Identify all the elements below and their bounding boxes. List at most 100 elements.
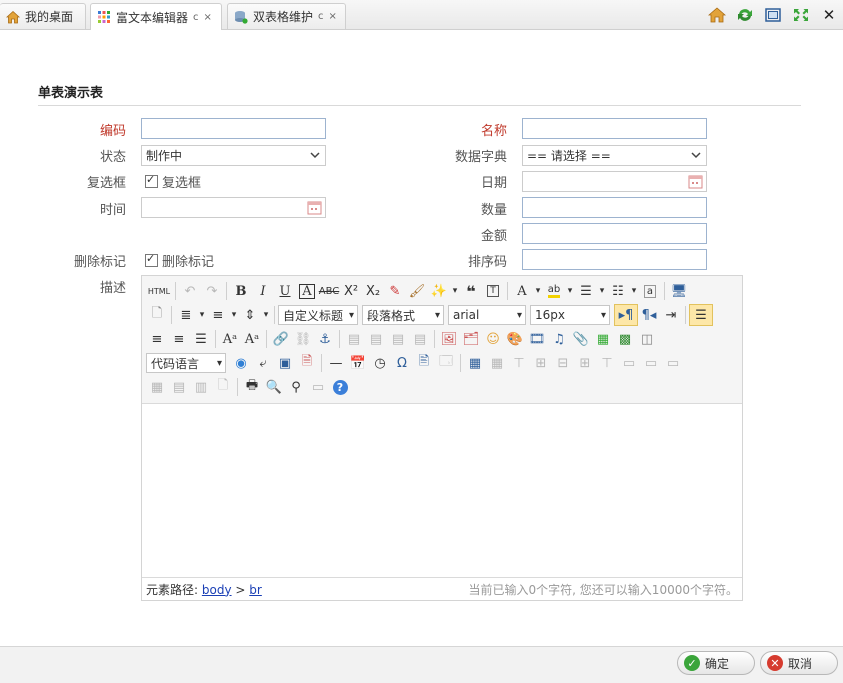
print-icon[interactable]: 🖶 [241,377,263,397]
code-input[interactable] [141,118,326,139]
chevron-down-icon[interactable]: ▾ [450,281,460,301]
fullscreen-button[interactable] [791,5,811,25]
insert-frame-icon[interactable]: ◫ [636,329,658,349]
preview-icon[interactable]: 🔍 [263,377,285,397]
tab-double-table[interactable]: 双表格维护 c × [227,3,346,29]
editor-content-area[interactable] [142,404,742,578]
lowercase-icon[interactable]: Aᵃ [241,329,263,349]
insert-paragraph-before-table-icon[interactable]: ⊤ [508,353,530,373]
calendar-icon[interactable] [307,200,322,215]
fullscreen-icon[interactable]: 🖥 [668,281,690,301]
template-icon[interactable]: ▣ [274,353,296,373]
chevron-down-icon[interactable]: ▾ [533,281,543,301]
web-app-icon[interactable]: ◉ [230,353,252,373]
eraser-icon[interactable]: ✎ [384,281,406,301]
checkbox[interactable] [145,252,158,267]
special-chars-icon[interactable]: Ω [391,353,413,373]
close-icon[interactable]: × [329,11,337,22]
unordered-list-icon[interactable]: ☷ [607,281,629,301]
image-none-icon[interactable]: ▤ [343,329,365,349]
code-language-select[interactable]: 代码语言 [146,353,226,373]
row-spacing-bottom-icon[interactable]: ≡ [207,305,229,325]
home-button[interactable] [707,5,727,25]
undo-icon[interactable]: ↶ [179,281,201,301]
date-icon[interactable]: 📅 [347,353,369,373]
dict-select[interactable]: == 请选择 == [522,145,707,166]
ok-button[interactable]: ✓ 确定 [677,651,755,675]
gmap-icon[interactable]: ▩ [614,329,636,349]
merge-down-icon[interactable]: ▭ [662,353,684,373]
font-border-icon[interactable]: A [296,281,318,301]
bold-icon[interactable]: B [230,281,252,301]
split-to-cells-icon[interactable]: ▦ [146,377,168,397]
checkbox[interactable] [145,173,158,188]
insert-col-icon[interactable]: ⊞ [574,353,596,373]
image-right-icon[interactable]: ▤ [387,329,409,349]
chevron-down-icon[interactable]: ▾ [197,305,207,325]
close-window-button[interactable]: ✕ [819,5,839,25]
search-replace-icon[interactable]: ⚲ [285,377,307,397]
image-left-icon[interactable]: ▤ [365,329,387,349]
ltr-direction-icon[interactable]: ▸¶ [614,304,638,326]
merge-right-icon[interactable]: ▭ [640,353,662,373]
attachment-icon[interactable]: 📎 [570,329,592,349]
highlight-icon[interactable]: ab [543,281,565,301]
amount-input[interactable] [522,223,707,244]
horizontal-rule-icon[interactable]: — [325,353,347,373]
video-icon[interactable]: 🎞 [526,329,548,349]
italic-icon[interactable]: I [252,281,274,301]
status-select[interactable]: 制作中 [141,145,326,166]
underline-icon[interactable]: U [274,281,296,301]
page-break-icon[interactable]: ⤶ [252,353,274,373]
calendar-icon[interactable] [688,174,703,189]
custom-title-select[interactable]: 自定义标题 [278,305,358,325]
link-icon[interactable]: 🔗 [270,329,292,349]
align-center-icon[interactable]: ≡ [146,329,168,349]
music-icon[interactable]: ♫ [548,329,570,349]
row-spacing-top-icon[interactable]: ≣ [175,305,197,325]
path-br-link[interactable]: br [249,583,262,597]
checkbox-field[interactable]: 复选框 [145,172,201,191]
blank-page-icon[interactable]: 🗋 [146,305,168,325]
subscript-icon[interactable]: X₂ [362,281,384,301]
maximize-button[interactable] [763,5,783,25]
sort-input[interactable] [522,249,707,270]
tab-desktop[interactable]: 我的桌面 [0,3,86,29]
strikethrough-icon[interactable]: ABC [318,281,340,301]
chevron-down-icon[interactable]: ▾ [261,305,271,325]
unlink-icon[interactable]: ⛓ [292,329,314,349]
redo-icon[interactable]: ↷ [201,281,223,301]
format-brush-icon[interactable]: 🖌 [406,281,428,301]
superscript-icon[interactable]: X² [340,281,362,301]
refresh-icon[interactable]: c [193,12,199,23]
time-input[interactable] [141,197,326,218]
font-color-icon[interactable]: A [511,281,533,301]
wordimage-icon[interactable]: 🖹 [413,353,435,373]
delete-row-icon[interactable]: ⊟ [552,353,574,373]
scrawl-icon[interactable]: 🎨 [504,329,526,349]
chevron-down-icon[interactable]: ▾ [629,281,639,301]
image-icon[interactable]: 🖼 [438,329,460,349]
path-body-link[interactable]: body [202,583,232,597]
line-height-icon[interactable]: ⇕ [239,305,261,325]
font-family-select[interactable]: arial [448,305,526,325]
align-left-icon[interactable]: ☰ [689,304,713,326]
split-to-cols-icon[interactable]: ▥ [190,377,212,397]
magic-wand-icon[interactable]: ✨ [428,281,450,301]
drafts-icon[interactable]: ▭ [307,377,329,397]
indent-icon[interactable]: ⇥ [660,305,682,325]
qty-input[interactable] [522,197,707,218]
chart-icon[interactable]: 🗋 [212,377,234,397]
paragraph-format-select[interactable]: 段落格式 [362,305,444,325]
anchor-icon[interactable]: ⚓ [314,329,336,349]
ordered-list-icon[interactable]: ☰ [575,281,597,301]
merge-cells-icon[interactable]: ▭ [618,353,640,373]
date-input[interactable] [522,171,707,192]
delete-flag-field[interactable]: 删除标记 [145,251,214,270]
insert-row-icon[interactable]: ⊞ [530,353,552,373]
close-icon[interactable]: × [204,12,212,23]
image-center-icon[interactable]: ▤ [409,329,431,349]
time-icon[interactable]: ◷ [369,353,391,373]
refresh-button[interactable] [735,5,755,25]
background-icon[interactable]: 🗎 [296,353,318,373]
